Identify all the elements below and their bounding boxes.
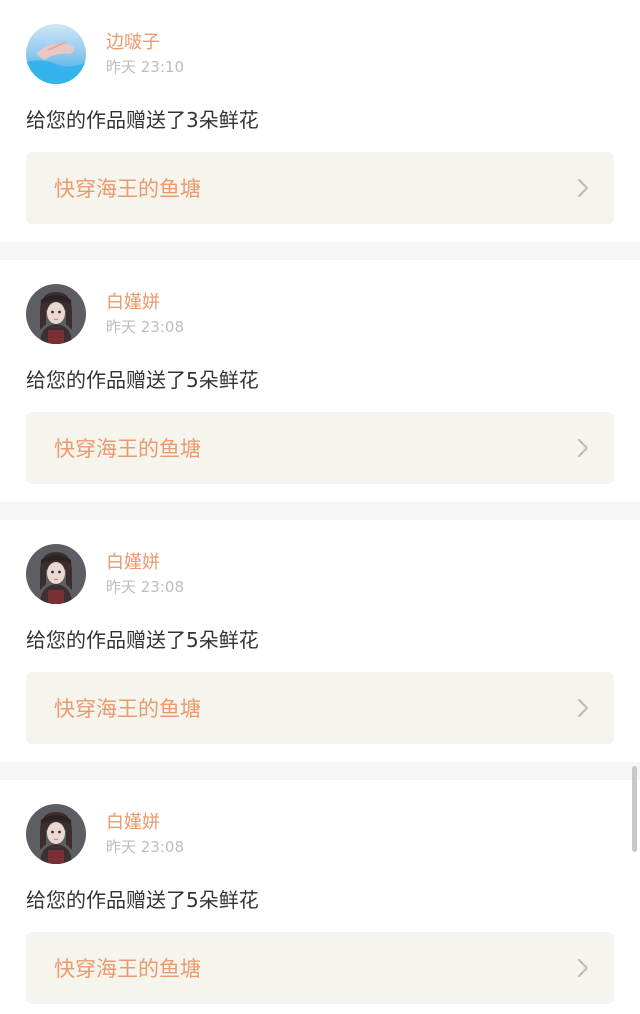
work-title: 快穿海王的鱼塘 (54, 697, 201, 721)
scrollbar[interactable] (632, 766, 637, 852)
notification-header: 白嫤姘 昨天 23:08 (26, 804, 614, 864)
timestamp: 昨天 23:10 (106, 58, 184, 76)
avatar-girl-portrait-icon[interactable] (26, 804, 86, 864)
avatar-girl-portrait-icon[interactable] (26, 284, 86, 344)
work-title: 快穿海王的鱼塘 (54, 437, 201, 461)
notification-card: 白嫤姘 昨天 23:08 给您的作品赠送了5朵鲜花 快穿海王的鱼塘 (0, 520, 640, 762)
avatar-girl-portrait-icon[interactable] (26, 544, 86, 604)
work-link[interactable]: 快穿海王的鱼塘 (26, 412, 614, 484)
notification-message: 给您的作品赠送了5朵鲜花 (26, 368, 259, 392)
username[interactable]: 白嫤姘 (106, 291, 184, 315)
timestamp: 昨天 23:08 (106, 318, 184, 336)
timestamp: 昨天 23:08 (106, 838, 184, 856)
username[interactable]: 边啵子 (106, 31, 184, 55)
notification-header: 白嫤姘 昨天 23:08 (26, 284, 614, 344)
notification-header: 边啵子 昨天 23:10 (26, 24, 614, 84)
notification-card: 边啵子 昨天 23:10 给您的作品赠送了3朵鲜花 快穿海王的鱼塘 (0, 0, 640, 242)
work-title: 快穿海王的鱼塘 (54, 177, 201, 201)
notification-feed: 边啵子 昨天 23:10 给您的作品赠送了3朵鲜花 快穿海王的鱼塘 白嫤姘 昨天… (0, 0, 640, 1014)
timestamp: 昨天 23:08 (106, 578, 184, 596)
chevron-right-icon (577, 958, 589, 978)
avatar-water-hand-icon[interactable] (26, 24, 86, 84)
username[interactable]: 白嫤姘 (106, 811, 184, 835)
work-link[interactable]: 快穿海王的鱼塘 (26, 152, 614, 224)
notification-card: 白嫤姘 昨天 23:08 给您的作品赠送了5朵鲜花 快穿海王的鱼塘 (0, 260, 640, 502)
work-link[interactable]: 快穿海王的鱼塘 (26, 932, 614, 1004)
chevron-right-icon (577, 178, 589, 198)
work-title: 快穿海王的鱼塘 (54, 957, 201, 981)
notification-header: 白嫤姘 昨天 23:08 (26, 544, 614, 604)
notification-message: 给您的作品赠送了5朵鲜花 (26, 888, 259, 912)
work-link[interactable]: 快穿海王的鱼塘 (26, 672, 614, 744)
notification-card: 白嫤姘 昨天 23:08 给您的作品赠送了5朵鲜花 快穿海王的鱼塘 (0, 780, 640, 1014)
notification-message: 给您的作品赠送了5朵鲜花 (26, 628, 259, 652)
username[interactable]: 白嫤姘 (106, 551, 184, 575)
notification-message: 给您的作品赠送了3朵鲜花 (26, 108, 259, 132)
chevron-right-icon (577, 438, 589, 458)
chevron-right-icon (577, 698, 589, 718)
